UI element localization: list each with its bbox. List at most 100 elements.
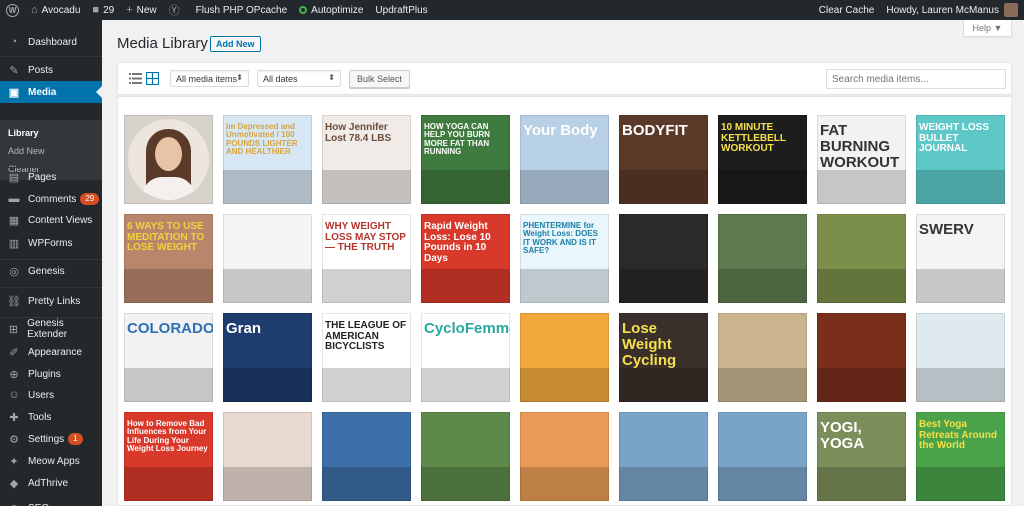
photo-region	[322, 467, 411, 501]
photo-region	[520, 170, 609, 204]
sidebar-item-appearance[interactable]: ✐ Appearance	[0, 341, 102, 363]
plugin-icon: ⊕	[9, 368, 19, 381]
media-thumbnail[interactable]: Best Yoga Retreats Around the World	[916, 412, 1005, 501]
sidebar-item-pretty-links[interactable]: ⛓ Pretty Links	[0, 290, 102, 312]
date-filter[interactable]: All dates ⬍	[257, 70, 341, 87]
list-view-icon[interactable]	[129, 72, 142, 85]
photo-region	[322, 269, 411, 303]
media-thumbnail[interactable]	[718, 214, 807, 303]
wp-logo-menu[interactable]: W	[0, 0, 25, 20]
submenu-add-new[interactable]: Add New	[8, 146, 45, 156]
date-filter-value: All dates	[263, 73, 298, 84]
seo-icon: ◉	[6, 502, 22, 506]
thumbnail-caption: YOGI, YOGA	[820, 419, 865, 452]
my-account-menu[interactable]: Howdy, Lauren McManus	[880, 0, 1024, 20]
sidebar-item-pages[interactable]: ▤ Pages	[0, 166, 102, 188]
sidebar-item-wpforms[interactable]: ▥ WPForms	[0, 232, 102, 254]
new-content-menu[interactable]: + New	[120, 0, 162, 20]
media-thumbnail[interactable]	[322, 412, 411, 501]
media-thumbnail[interactable]: SWERV	[916, 214, 1005, 303]
menu-separator	[0, 287, 102, 288]
wrench-icon: ✚	[9, 411, 19, 424]
media-thumbnail[interactable]	[520, 313, 609, 402]
media-thumbnail[interactable]: Gran	[223, 313, 312, 402]
add-new-button[interactable]: Add New	[210, 36, 261, 52]
media-thumbnail[interactable]: WHY WEIGHT LOSS MAY STOP — THE TRUTH	[322, 214, 411, 303]
settings-icon: ⚙	[9, 433, 19, 446]
sidebar-item-posts[interactable]: ✎ Posts	[0, 59, 102, 81]
media-type-filter[interactable]: All media items ⬍	[170, 70, 249, 87]
media-thumbnail[interactable]: Lose Weight Cycling	[619, 313, 708, 402]
sidebar-item-meow-apps[interactable]: ✦ Meow Apps	[0, 450, 102, 472]
yoast-icon: Ⓨ	[168, 5, 180, 17]
sidebar-item-label: Genesis	[28, 265, 65, 277]
sidebar-item-tools[interactable]: ✚ Tools	[0, 406, 102, 428]
media-thumbnail[interactable]	[817, 313, 906, 402]
sidebar-item-dashboard[interactable]: ◔ Dashboard	[0, 31, 102, 53]
sidebar-item-users[interactable]: ☺ Users	[0, 384, 102, 406]
help-tab[interactable]: Help ▼	[963, 20, 1012, 37]
sidebar-item-label: Appearance	[28, 346, 82, 358]
media-thumbnail[interactable]	[421, 412, 510, 501]
yoast-menu[interactable]: Ⓨ	[163, 0, 190, 20]
media-thumbnail[interactable]: How to Remove Bad Influences from Your L…	[124, 412, 213, 501]
media-thumbnail[interactable]: FAT BURNING WORKOUT	[817, 115, 906, 204]
bulk-select-button[interactable]: Bulk Select	[349, 70, 411, 88]
media-thumbnail[interactable]	[718, 412, 807, 501]
sidebar-item-genesis-extender[interactable]: ⊞ Genesis Extender	[0, 318, 102, 340]
media-thumbnail[interactable]: Rapid Weight Loss: Lose 10 Pounds in 10 …	[421, 214, 510, 303]
sidebar-item-label: Settings	[28, 433, 65, 445]
sidebar-item-label: Meow Apps	[28, 455, 80, 467]
media-thumbnail[interactable]: Im Depressed and Unmotivated / 100 POUND…	[223, 115, 312, 204]
media-thumbnail[interactable]	[619, 214, 708, 303]
comments-icon: ▬	[8, 193, 20, 205]
media-thumbnail[interactable]: PHENTERMINE for Weight Loss: DOES IT WOR…	[520, 214, 609, 303]
sidebar-item-adthrive[interactable]: ◆ AdThrive	[0, 472, 102, 494]
sidebar-item-content-views[interactable]: ▦ Content Views	[0, 209, 102, 231]
sidebar-item-media[interactable]: ▣ Media	[0, 81, 102, 103]
sidebar-item-settings[interactable]: ⚙ Settings 1	[0, 428, 102, 450]
media-thumbnail[interactable]	[124, 115, 213, 204]
search-input[interactable]	[826, 69, 1006, 89]
media-thumbnail[interactable]	[520, 412, 609, 501]
updraftplus-menu[interactable]: UpdraftPlus	[369, 0, 433, 20]
howdy-label: Howdy, Lauren McManus	[886, 4, 999, 16]
media-thumbnail[interactable]: YOGI, YOGA	[817, 412, 906, 501]
photo-region	[619, 269, 708, 303]
media-thumbnail[interactable]: Your Body	[520, 115, 609, 204]
clear-cache-menu[interactable]: Clear Cache	[813, 0, 881, 20]
media-thumbnail[interactable]: BODYFIT	[619, 115, 708, 204]
sidebar-item-seo[interactable]: ◉ SEO	[0, 497, 102, 506]
media-thumbnail[interactable]	[916, 313, 1005, 402]
media-thumbnail[interactable]	[718, 313, 807, 402]
submenu-library[interactable]: Library	[8, 128, 39, 138]
media-thumbnail[interactable]	[619, 412, 708, 501]
flush-opcache-menu[interactable]: Flush PHP OPcache	[190, 0, 294, 20]
media-thumbnail[interactable]: CycloFemme	[421, 313, 510, 402]
media-thumbnail[interactable]: COLORADO	[124, 313, 213, 402]
brush-icon: ✐	[9, 346, 19, 359]
media-thumbnail[interactable]: THE LEAGUE OF AMERICAN BICYCLISTS	[322, 313, 411, 402]
media-thumbnail[interactable]: 6 WAYS TO USE MEDITATION TO LOSE WEIGHT	[124, 214, 213, 303]
sidebar-item-plugins[interactable]: ⊕ Plugins	[0, 363, 102, 385]
media-thumbnail[interactable]: How Jennifer Lost 78.4 LBS	[322, 115, 411, 204]
comment-bubble-icon: ■	[92, 4, 100, 16]
photo-region	[619, 467, 708, 501]
thumbnail-caption: WEIGHT LOSS BULLET JOURNAL	[919, 122, 989, 154]
sidebar-item-comments[interactable]: ▬ Comments 29	[0, 188, 102, 210]
media-thumbnail[interactable]: 10 MINUTE KETTLEBELL WORKOUT	[718, 115, 807, 204]
count-badge: 29	[80, 193, 100, 205]
sidebar-item-genesis[interactable]: ◎ Genesis	[0, 260, 102, 282]
photo-region	[718, 269, 807, 303]
grid-view-icon[interactable]	[146, 72, 159, 85]
site-name-menu[interactable]: ⌂ Avocadu	[25, 0, 86, 20]
media-thumbnail[interactable]: WEIGHT LOSS BULLET JOURNAL	[916, 115, 1005, 204]
media-thumbnail[interactable]	[223, 214, 312, 303]
media-thumbnail[interactable]: HOW YOGA CAN HELP YOU BURN MORE FAT THAN…	[421, 115, 510, 204]
autoptimize-menu[interactable]: Autoptimize	[293, 0, 369, 20]
thumbnail-caption: How to Remove Bad Influences from Your L…	[127, 419, 208, 454]
comments-menu[interactable]: ■ 29	[86, 0, 120, 20]
photo-region	[421, 269, 510, 303]
media-thumbnail[interactable]	[817, 214, 906, 303]
media-thumbnail[interactable]	[223, 412, 312, 501]
